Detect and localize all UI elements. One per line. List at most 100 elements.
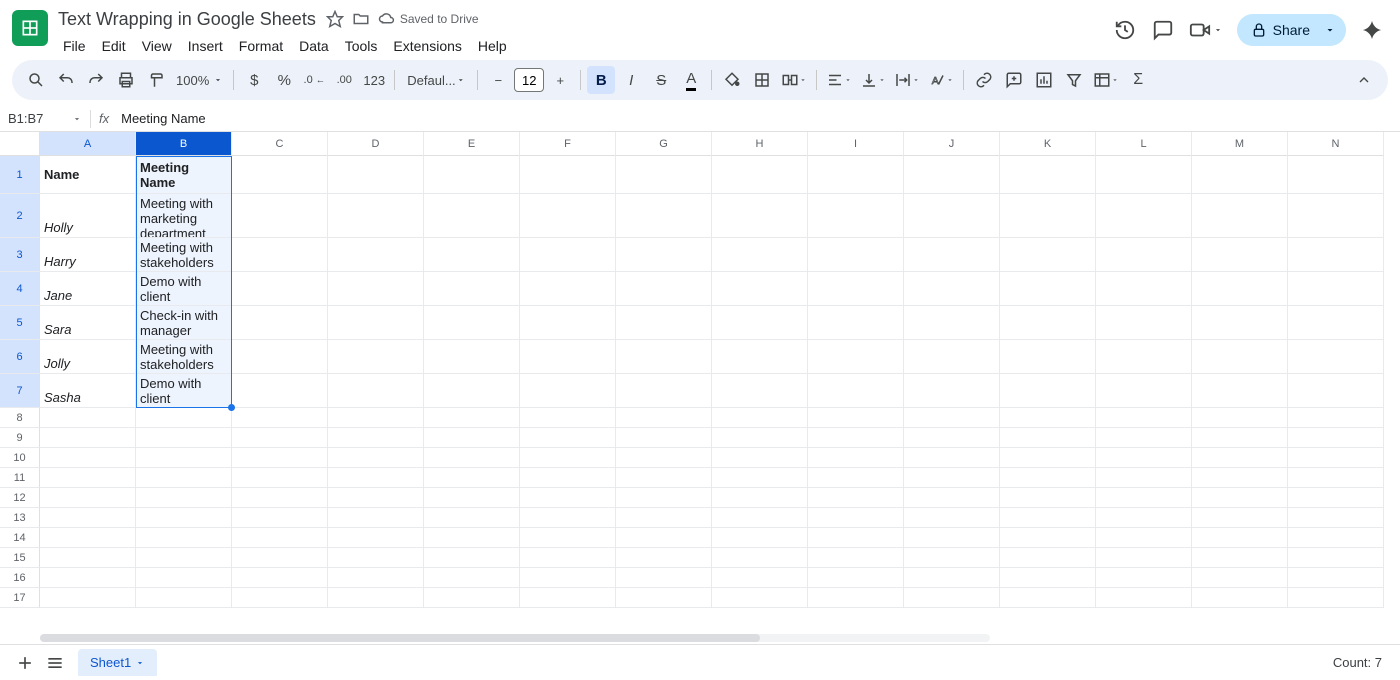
cell[interactable] <box>232 568 328 588</box>
font-select[interactable]: Defaul... <box>401 66 471 94</box>
cell[interactable] <box>328 488 424 508</box>
cell[interactable] <box>1000 508 1096 528</box>
cell[interactable] <box>328 156 424 194</box>
cell[interactable] <box>520 428 616 448</box>
row-header[interactable]: 11 <box>0 468 40 488</box>
insert-comment-icon[interactable] <box>1000 66 1028 94</box>
cell[interactable] <box>328 238 424 272</box>
all-sheets-button[interactable] <box>40 648 70 678</box>
move-icon[interactable] <box>352 10 370 28</box>
cell[interactable]: Sara <box>40 306 136 340</box>
text-color-button[interactable]: A <box>677 66 705 94</box>
row-header[interactable]: 17 <box>0 588 40 608</box>
cell[interactable] <box>1096 272 1192 306</box>
cell[interactable] <box>1000 340 1096 374</box>
menu-file[interactable]: File <box>56 34 93 58</box>
cell[interactable] <box>712 508 808 528</box>
cell[interactable] <box>1288 528 1384 548</box>
cell[interactable] <box>424 340 520 374</box>
cell[interactable] <box>424 548 520 568</box>
row-header[interactable]: 7 <box>0 374 40 408</box>
cell[interactable]: Meeting Name <box>136 156 232 194</box>
cell[interactable] <box>616 306 712 340</box>
cell[interactable] <box>616 156 712 194</box>
share-dropdown[interactable] <box>1314 14 1346 46</box>
column-header[interactable]: G <box>616 132 712 156</box>
cell[interactable] <box>40 548 136 568</box>
cell[interactable] <box>40 568 136 588</box>
cell[interactable] <box>328 428 424 448</box>
cell[interactable] <box>40 508 136 528</box>
cell[interactable] <box>904 508 1000 528</box>
cell[interactable] <box>712 272 808 306</box>
cell[interactable]: Sasha <box>40 374 136 408</box>
cell[interactable] <box>232 340 328 374</box>
row-header[interactable]: 16 <box>0 568 40 588</box>
font-size-input[interactable] <box>514 68 544 92</box>
cell[interactable] <box>1192 194 1288 238</box>
cell[interactable] <box>520 272 616 306</box>
cell[interactable]: Jane <box>40 272 136 306</box>
cell[interactable] <box>904 408 1000 428</box>
cell[interactable] <box>712 340 808 374</box>
cell[interactable] <box>808 528 904 548</box>
cell[interactable] <box>808 448 904 468</box>
cell[interactable] <box>712 448 808 468</box>
column-header[interactable]: D <box>328 132 424 156</box>
cell[interactable] <box>40 468 136 488</box>
cell[interactable] <box>808 488 904 508</box>
comment-icon[interactable] <box>1151 18 1175 42</box>
cell[interactable] <box>232 508 328 528</box>
column-header[interactable]: K <box>1000 132 1096 156</box>
italic-button[interactable]: I <box>617 66 645 94</box>
cell[interactable] <box>424 528 520 548</box>
cell[interactable] <box>712 428 808 448</box>
borders-button[interactable] <box>748 66 776 94</box>
redo-icon[interactable] <box>82 66 110 94</box>
cell[interactable] <box>1096 508 1192 528</box>
cell[interactable] <box>1000 488 1096 508</box>
row-header[interactable]: 3 <box>0 238 40 272</box>
cell[interactable] <box>1192 238 1288 272</box>
cell[interactable] <box>616 340 712 374</box>
cell[interactable] <box>808 508 904 528</box>
cell[interactable] <box>40 408 136 428</box>
row-header[interactable]: 15 <box>0 548 40 568</box>
percent-icon[interactable]: % <box>270 66 298 94</box>
row-header[interactable]: 6 <box>0 340 40 374</box>
halign-button[interactable] <box>823 66 855 94</box>
cell[interactable] <box>1096 428 1192 448</box>
cell[interactable] <box>712 548 808 568</box>
cell[interactable] <box>808 428 904 448</box>
cell[interactable]: Harry <box>40 238 136 272</box>
cell[interactable] <box>904 156 1000 194</box>
cell[interactable] <box>712 528 808 548</box>
cell[interactable] <box>1096 238 1192 272</box>
increase-decimal-icon[interactable]: .00 <box>330 66 358 94</box>
cell[interactable] <box>808 340 904 374</box>
cell[interactable]: Meeting with marketing department <box>136 194 232 238</box>
add-sheet-button[interactable] <box>10 648 40 678</box>
sheet-tab[interactable]: Sheet1 <box>78 649 157 676</box>
cell[interactable] <box>616 448 712 468</box>
column-header[interactable]: I <box>808 132 904 156</box>
cell[interactable] <box>1288 194 1384 238</box>
column-header[interactable]: L <box>1096 132 1192 156</box>
cell[interactable] <box>904 548 1000 568</box>
cell[interactable] <box>1096 568 1192 588</box>
cell[interactable] <box>40 428 136 448</box>
cell[interactable] <box>328 306 424 340</box>
cell[interactable] <box>424 588 520 608</box>
cell[interactable] <box>1288 468 1384 488</box>
row-header[interactable]: 12 <box>0 488 40 508</box>
share-button[interactable]: Share <box>1237 14 1326 46</box>
insert-chart-icon[interactable] <box>1030 66 1058 94</box>
cell[interactable] <box>424 238 520 272</box>
cell[interactable] <box>424 156 520 194</box>
cell[interactable] <box>328 194 424 238</box>
cell[interactable] <box>136 528 232 548</box>
cell[interactable] <box>520 588 616 608</box>
cell[interactable] <box>1000 306 1096 340</box>
cell[interactable] <box>232 306 328 340</box>
cell[interactable] <box>328 448 424 468</box>
